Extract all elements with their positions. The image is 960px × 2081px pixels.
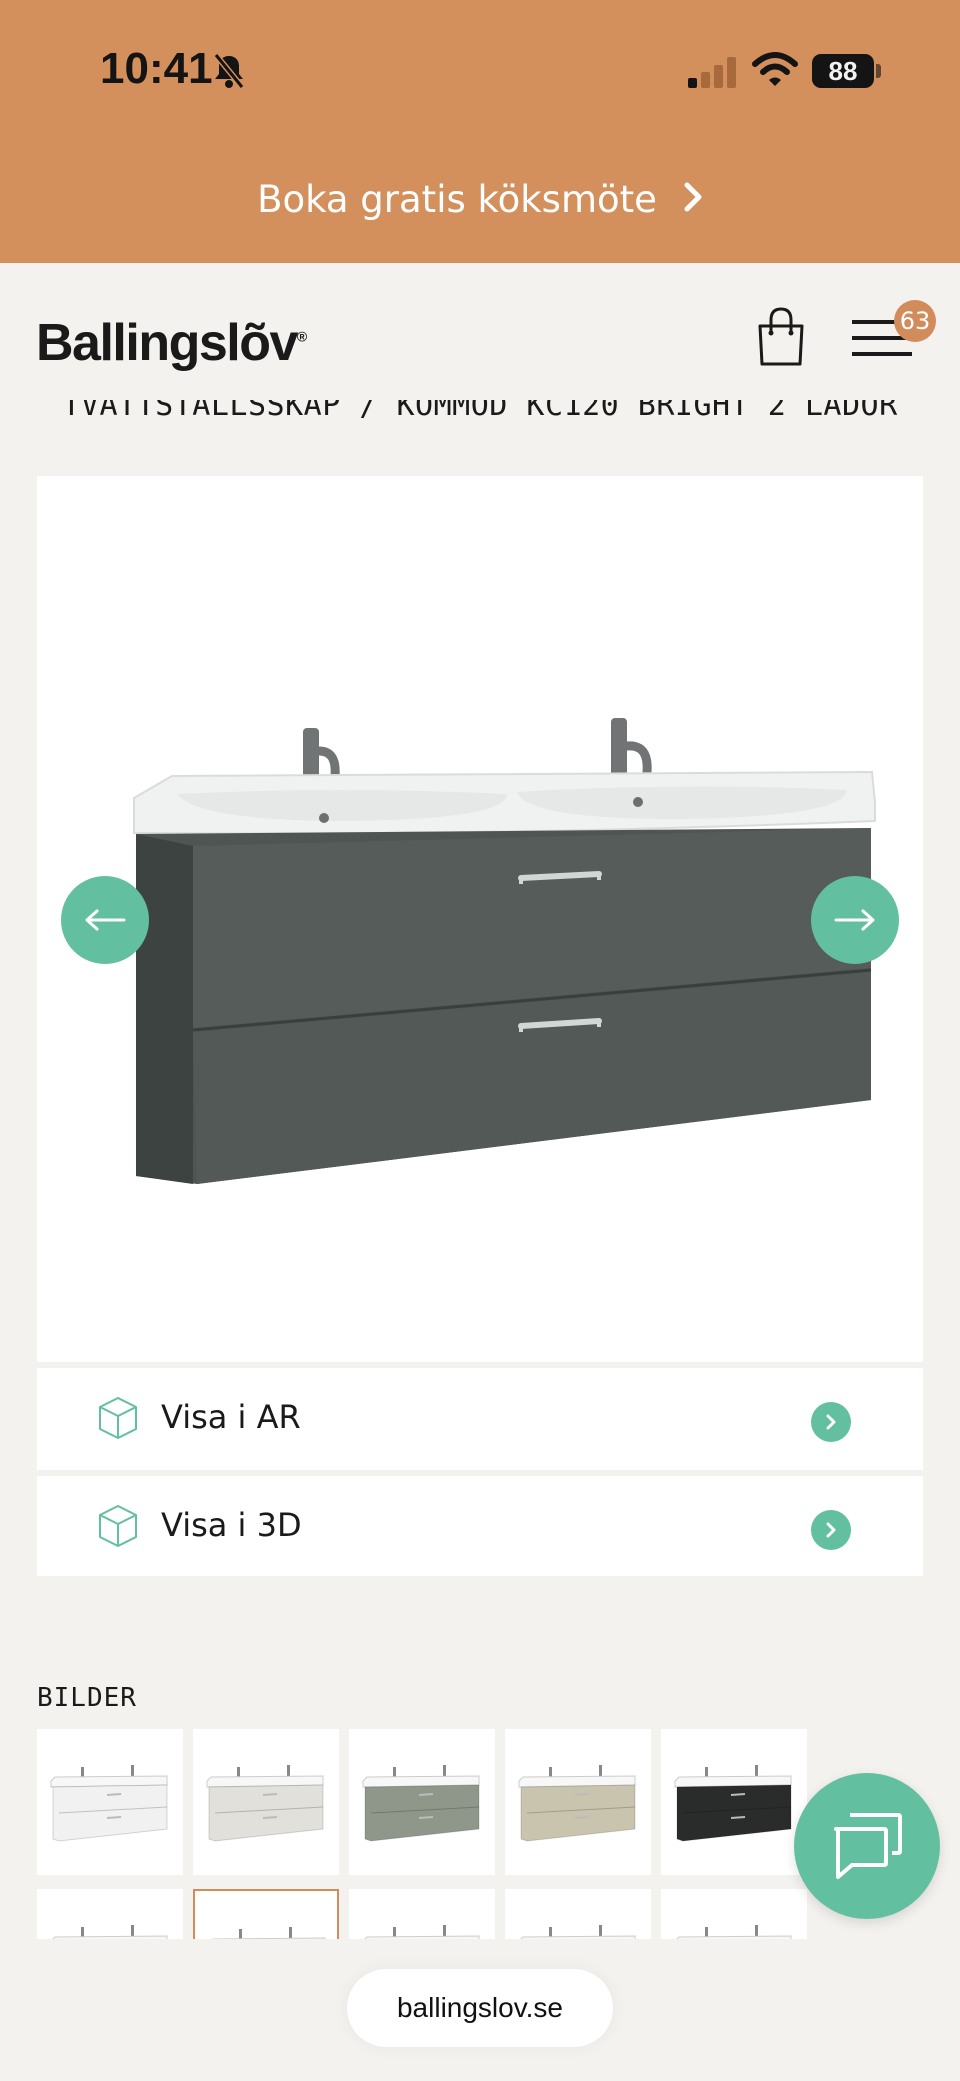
gallery-thumbnail[interactable] [349,1889,495,1939]
cube-icon [97,1504,139,1552]
chevron-right-icon [811,1402,851,1442]
next-image-button[interactable] [811,876,899,964]
chevron-right-icon [683,178,703,221]
breadcrumb[interactable]: TVÄTTSTÄLLSSKÅP / KOMMOD KC120 BRIGHT 2 … [0,400,960,434]
action-label: Visa i 3D [161,1506,302,1544]
product-image-panel[interactable] [37,476,923,1362]
battery-tip [876,64,881,78]
address-bar[interactable]: ballingslov.se [347,1969,613,2047]
vanity-cabinet-image [133,718,876,1184]
gallery-thumbnail[interactable] [505,1889,651,1939]
promo-text: Boka gratis köksmöte [257,178,657,221]
gallery-thumbnail[interactable] [661,1729,807,1875]
gallery-thumbnail[interactable] [37,1729,183,1875]
chat-button[interactable] [794,1773,940,1919]
gallery-thumbnail[interactable] [37,1889,183,1939]
arrow-left-icon [85,909,126,931]
view-in-ar-button[interactable]: Visa i AR [37,1368,923,1470]
arrow-right-icon [834,909,875,931]
previous-image-button[interactable] [61,876,149,964]
cube-icon [97,1396,139,1444]
view-in-3d-button[interactable]: Visa i 3D [37,1476,923,1576]
gallery-thumbnail[interactable] [661,1889,807,1939]
registered-mark: ® [296,328,308,345]
gallery-thumbnail[interactable] [193,1889,339,1939]
gallery-title: BILDER [37,1683,137,1713]
gallery-thumbnail[interactable] [505,1729,651,1875]
gallery-thumbnail[interactable] [193,1729,339,1875]
battery-indicator: 88 [812,54,874,88]
promo-link[interactable]: Boka gratis köksmöte [0,178,960,221]
brand-logo[interactable]: Ballingslõv® [36,313,307,373]
gallery-thumbnail[interactable] [349,1729,495,1875]
chat-icon [834,1813,902,1879]
action-label: Visa i AR [161,1398,301,1436]
shopping-bag-icon[interactable] [756,306,806,372]
brand-logo-text: Ballingslõv [36,314,298,372]
promo-bar [0,0,960,263]
bell-muted-icon [212,52,246,94]
menu-badge: 63 [894,300,936,342]
url-text: ballingslov.se [396,1992,564,2023]
breadcrumb-text: TVÄTTSTÄLLSSKÅP / KOMMOD KC120 BRIGHT 2 … [62,400,898,423]
wifi-icon [752,52,798,92]
signal-icon [688,56,738,92]
chevron-right-icon [811,1510,851,1550]
status-time: 10:41 [100,44,213,93]
